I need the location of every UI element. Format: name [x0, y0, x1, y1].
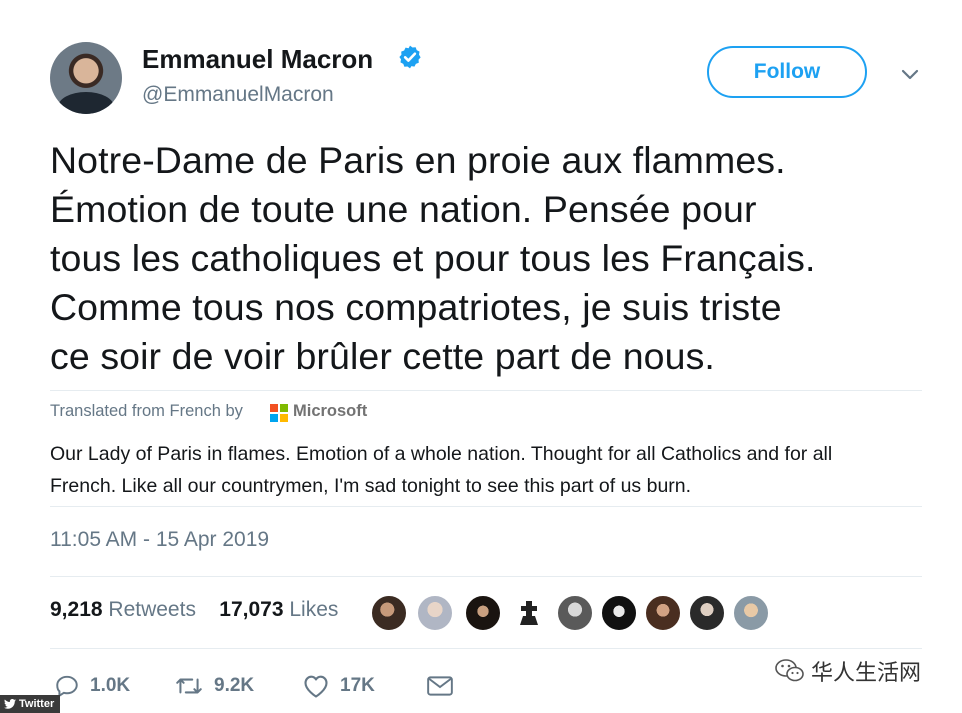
envelope-icon [427, 676, 453, 696]
liker-avatar[interactable] [464, 594, 502, 632]
watermark-text: 华人生活网 [811, 661, 922, 686]
liker-avatar[interactable] [600, 594, 638, 632]
retweets-label: Retweets [108, 598, 196, 621]
liker-avatar[interactable] [732, 594, 770, 632]
author-name[interactable]: Emmanuel Macron [142, 44, 373, 75]
chevron-down-icon[interactable] [898, 62, 922, 86]
retweets-stat[interactable]: 9,218 Retweets [50, 598, 196, 621]
tweet-text-line: tous les catholiques et pour tous les Fr… [50, 237, 816, 279]
translation-line: French. Like all our countrymen, I'm sad… [50, 475, 692, 497]
liker-avatar[interactable] [416, 594, 454, 632]
wechat-watermark: 华人生活网 [775, 656, 921, 686]
like-button[interactable]: 17K [302, 670, 375, 702]
liker-avatar[interactable] [556, 594, 594, 632]
author-handle[interactable]: @EmmanuelMacron [142, 83, 334, 107]
microsoft-logo-icon [270, 404, 288, 422]
tweet-timestamp[interactable]: 11:05 AM - 15 Apr 2019 [50, 528, 269, 552]
like-count: 17K [340, 675, 375, 696]
divider [50, 390, 922, 391]
tweet-text-line: Notre-Dame de Paris en proie aux flammes… [50, 139, 786, 181]
reply-count: 1.0K [90, 675, 131, 696]
divider [50, 576, 922, 577]
likes-stat[interactable]: 17,073 Likes [219, 598, 338, 621]
retweet-count: 9.2K [214, 675, 255, 696]
divider [50, 648, 922, 649]
direct-message-button[interactable] [426, 670, 454, 702]
tweet-text-line: ce soir de voir brûler cette part de nou… [50, 335, 715, 377]
engagement-stats: 9,218 Retweets 17,073 Likes [50, 598, 338, 622]
liker-avatar[interactable] [644, 594, 682, 632]
verified-badge-icon [399, 45, 421, 69]
likes-label: Likes [289, 598, 339, 621]
heart-icon [304, 675, 328, 698]
wechat-icon [775, 659, 804, 682]
translator-name[interactable]: Microsoft [293, 402, 367, 421]
likes-count: 17,073 [219, 598, 284, 621]
liker-avatar[interactable] [370, 594, 408, 632]
follow-button[interactable]: Follow [707, 46, 867, 98]
tweet-text-line: Comme tous nos compatriotes, je suis tri… [50, 286, 782, 328]
retweet-icon [176, 678, 202, 694]
liker-avatar[interactable] [688, 594, 726, 632]
divider [50, 506, 922, 507]
twitter-source-badge: Twitter [0, 695, 61, 713]
liker-avatar[interactable] [510, 594, 548, 632]
translated-label: Translated from French by [50, 402, 243, 420]
translation-text: Our Lady of Paris in flames. Emotion of … [50, 438, 930, 502]
retweets-count: 9,218 [50, 598, 103, 621]
translation-line: Our Lady of Paris in flames. Emotion of … [50, 443, 833, 465]
reply-button[interactable]: 1.0K [54, 670, 130, 702]
tweet-text: Notre-Dame de Paris en proie aux flammes… [50, 136, 930, 381]
tweet-text-line: Émotion de toute une nation. Pensée pour [50, 188, 757, 230]
author-avatar[interactable] [50, 42, 122, 114]
badge-text: Twitter [19, 698, 55, 710]
twitter-bird-icon [4, 699, 16, 709]
retweet-button[interactable]: 9.2K [174, 670, 254, 702]
